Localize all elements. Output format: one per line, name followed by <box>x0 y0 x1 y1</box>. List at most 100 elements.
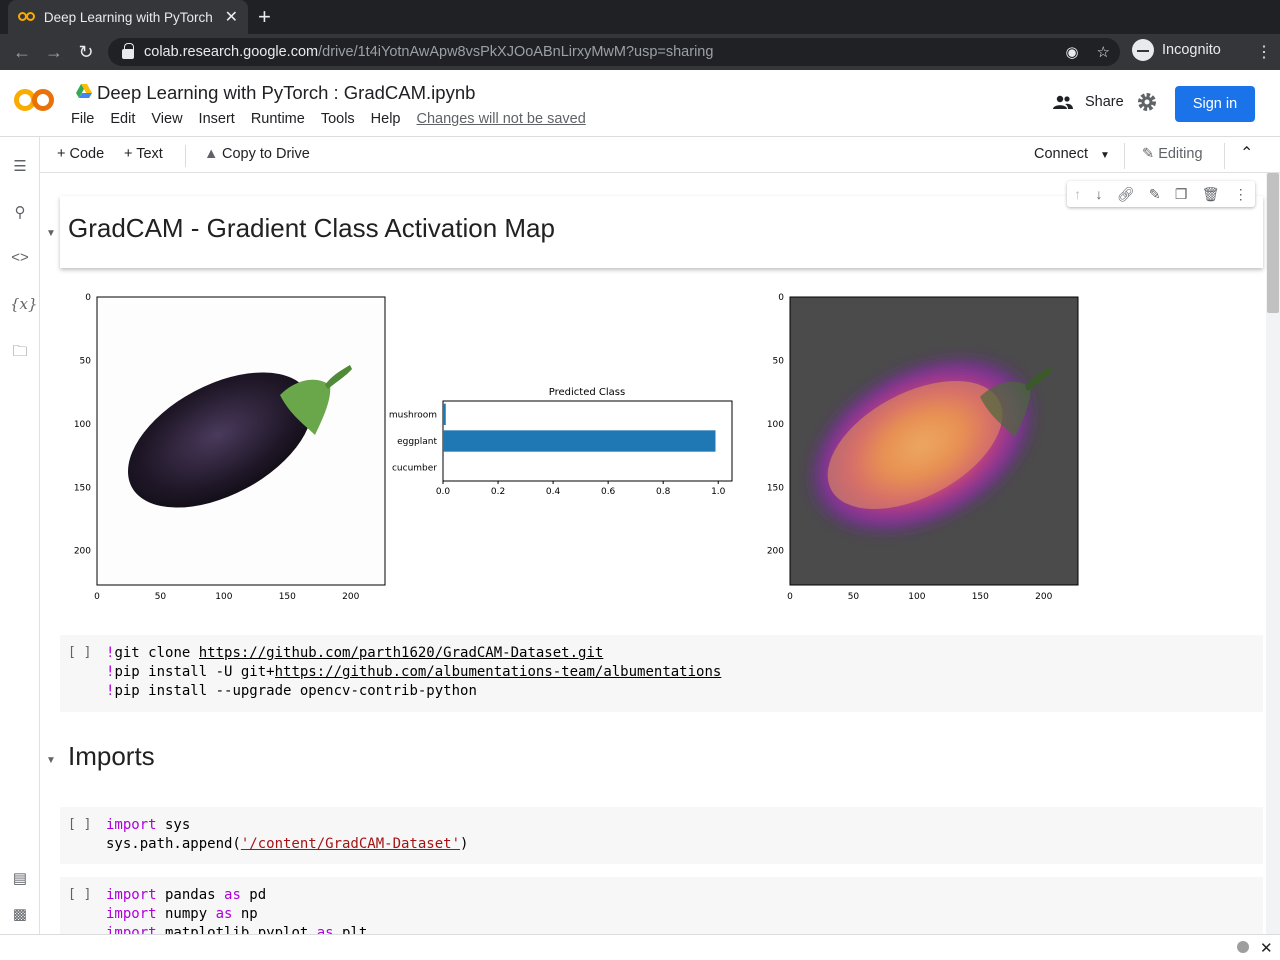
forward-arrow-icon[interactable]: → <box>38 42 70 63</box>
run-cell-button[interactable]: [ ] <box>68 817 91 832</box>
colab-header: Deep Learning with PyTorch : GradCAM.ipy… <box>0 70 1280 137</box>
more-options-icon[interactable]: ⋮ <box>1234 186 1248 203</box>
move-down-icon[interactable]: ↓ <box>1095 186 1102 202</box>
chart-x-tick-labels: 0.0 0.2 0.4 0.6 0.8 1.0 <box>436 481 726 497</box>
search-icon[interactable]: ⚲ <box>10 203 30 223</box>
x-tick-label: 0.0 <box>436 487 451 497</box>
output-figure: 0 50 100 150 200 0 50 100 150 200 Predicted Clas… <box>74 293 1079 602</box>
code-text: plt <box>333 925 368 934</box>
chevron-up-icon[interactable]: ⌃ <box>1240 143 1253 163</box>
incognito-icon <box>1132 39 1154 61</box>
menu-help[interactable]: Help <box>371 111 401 127</box>
category-label-cucumber: cucumber <box>392 464 437 474</box>
menu-tools[interactable]: Tools <box>321 111 355 127</box>
code-text: numpy <box>156 906 216 922</box>
eye-off-icon[interactable]: ◉ <box>1065 43 1078 61</box>
variables-icon[interactable]: {x} <box>10 295 38 315</box>
address-bar[interactable]: colab.research.google.com/drive/1t4iYotn… <box>108 38 1120 66</box>
toolbar-divider <box>1224 143 1225 169</box>
add-text-button[interactable]: + Text <box>124 146 163 162</box>
code-text: np <box>232 906 258 922</box>
code-keyword: import <box>106 817 157 833</box>
folder-icon[interactable]: 🗀 <box>10 341 30 361</box>
collapse-section-icon[interactable]: ▼ <box>46 755 56 766</box>
move-up-icon[interactable]: ↑ <box>1074 186 1081 202</box>
command-palette-icon[interactable]: ▤ <box>10 869 30 889</box>
code-cell-sys[interactable]: [ ] import sys sys.path.append('/content… <box>60 807 1263 864</box>
share-button[interactable]: Share <box>1053 94 1124 110</box>
scrollbar-thumb[interactable] <box>1267 173 1279 313</box>
browser-tab[interactable]: Deep Learning with PyTorch ✕ <box>8 0 248 34</box>
code-cell-install[interactable]: [ ] !git clone https://github.com/parth1… <box>60 635 1263 712</box>
colab-logo-icon[interactable] <box>14 86 56 114</box>
tab-close-icon[interactable]: ✕ <box>225 7 238 27</box>
tab-title: Deep Learning with PyTorch <box>43 9 213 25</box>
x-tick-label: 0 <box>94 592 100 602</box>
notebook-title[interactable]: Deep Learning with PyTorch : GradCAM.ipy… <box>97 82 475 104</box>
code-editor[interactable]: import sys sys.path.append('/content/Gra… <box>106 816 468 854</box>
google-drive-icon <box>76 84 92 98</box>
code-text: pip install --upgrade opencv-contrib-pyt… <box>114 683 477 699</box>
url-host: colab.research.google.com <box>144 44 319 60</box>
code-editor[interactable]: import pandas as pd import numpy as np i… <box>106 886 367 934</box>
incognito-badge[interactable]: Incognito <box>1132 39 1221 61</box>
add-code-button[interactable]: + Code <box>57 146 104 162</box>
sign-in-button[interactable]: Sign in <box>1175 86 1255 122</box>
toolbar-divider <box>1124 143 1125 169</box>
edit-pencil-icon[interactable]: ✎ <box>1149 186 1161 203</box>
code-keyword: as <box>215 906 233 922</box>
y-tick-label: 0 <box>778 293 784 303</box>
code-editor[interactable]: !git clone https://github.com/parth1620/… <box>106 644 721 701</box>
lock-icon <box>122 43 134 59</box>
collapse-section-icon[interactable]: ▼ <box>46 228 56 239</box>
menu-file[interactable]: File <box>71 111 94 127</box>
left-y-tick-labels: 0 50 100 150 200 <box>74 293 91 557</box>
reload-icon[interactable]: ↻ <box>70 42 102 63</box>
editing-button[interactable]: ✎ Editing <box>1142 146 1203 162</box>
right-y-tick-labels: 0 50 100 150 200 <box>767 293 784 557</box>
back-arrow-icon[interactable]: ← <box>6 42 38 63</box>
right-x-tick-labels: 0 50 100 150 200 <box>787 592 1052 602</box>
chart-category-labels: mushroom eggplant cucumber <box>389 410 438 473</box>
link-icon[interactable]: 🔗︎ <box>1117 186 1135 203</box>
star-icon[interactable]: ☆ <box>1097 43 1110 61</box>
x-tick-label: 100 <box>215 592 232 602</box>
x-tick-label: 0.4 <box>546 487 561 497</box>
code-snippets-icon[interactable]: <> <box>10 249 30 269</box>
menu-runtime[interactable]: Runtime <box>251 111 305 127</box>
x-tick-label: 0.8 <box>656 487 671 497</box>
y-tick-label: 100 <box>767 420 784 430</box>
menu-edit[interactable]: Edit <box>110 111 135 127</box>
code-cell-imports[interactable]: [ ] import pandas as pd import numpy as … <box>60 877 1263 934</box>
x-tick-label: 200 <box>342 592 359 602</box>
browser-tab-bar: Deep Learning with PyTorch ✕ + <box>0 0 1280 34</box>
pencil-icon: ✎ <box>1142 146 1155 162</box>
copy-to-drive-button[interactable]: Copy to Drive <box>222 146 310 162</box>
y-tick-label: 150 <box>74 483 91 493</box>
menu-view[interactable]: View <box>151 111 182 127</box>
menu-insert[interactable]: Insert <box>199 111 235 127</box>
table-of-contents-icon[interactable]: ☰ <box>10 157 30 177</box>
share-label: Share <box>1085 94 1124 110</box>
chart-title: Predicted Class <box>549 387 625 398</box>
x-tick-label: 50 <box>848 592 860 602</box>
close-icon[interactable]: ✕ <box>1260 939 1273 957</box>
code-link[interactable]: https://github.com/parth1620/GradCAM-Dat… <box>199 645 604 661</box>
status-indicator <box>1237 941 1249 953</box>
run-cell-button[interactable]: [ ] <box>68 645 91 660</box>
drive-icon: ▲ <box>204 146 219 162</box>
unsaved-notice[interactable]: Changes will not be saved <box>417 111 586 127</box>
editing-label: Editing <box>1158 146 1203 162</box>
delete-icon[interactable]: 🗑︎ <box>1202 186 1220 203</box>
run-cell-button[interactable]: [ ] <box>68 887 91 902</box>
code-keyword: import <box>106 906 157 922</box>
mirror-cell-icon[interactable]: ❐ <box>1175 186 1188 203</box>
terminal-icon[interactable]: ▩ <box>10 905 30 925</box>
new-tab-button[interactable]: + <box>258 4 271 30</box>
browser-menu-icon[interactable]: ⋮ <box>1256 42 1272 62</box>
left-x-tick-labels: 0 50 100 150 200 <box>94 592 359 602</box>
connect-button[interactable]: Connect ▼ <box>1034 146 1110 162</box>
code-link[interactable]: https://github.com/albumentations-team/a… <box>275 664 722 680</box>
settings-gear-icon[interactable] <box>1137 92 1157 112</box>
notebook-toolbar: + Code + Text ▲ Copy to Drive Connect ▼ … <box>40 137 1280 173</box>
